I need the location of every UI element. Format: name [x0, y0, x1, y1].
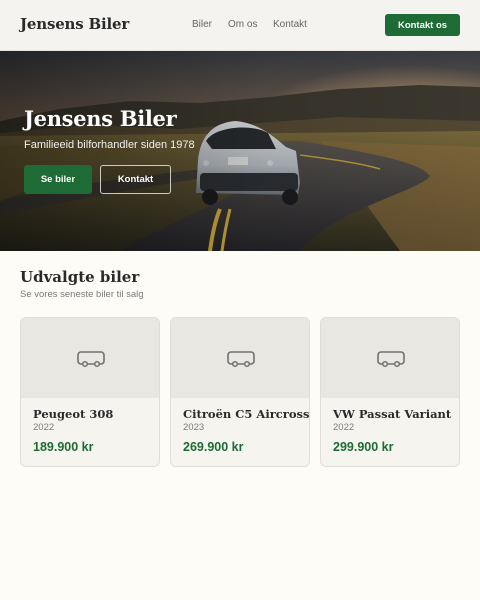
car-year: 2022 [33, 422, 55, 433]
car-icon [377, 351, 405, 368]
nav-link-om-os[interactable]: Om os [228, 19, 257, 30]
contact-us-button[interactable]: Kontakt os [385, 14, 460, 36]
featured-subtitle: Se vores seneste biler til salg [20, 289, 144, 300]
featured-title: Udvalgte biler [20, 268, 140, 286]
hero-banner: Jensens Biler Familieeid bilforhandler s… [0, 51, 480, 251]
car-image-placeholder [321, 318, 459, 398]
car-price: 299.900 kr [333, 440, 394, 454]
car-name: VW Passat Variant [333, 407, 452, 421]
car-icon [77, 351, 105, 368]
car-icon [227, 351, 255, 368]
car-image-placeholder [171, 318, 309, 398]
car-card-vw-passat-variant[interactable]: VW Passat Variant 2022 299.900 kr [320, 317, 460, 467]
nav-link-kontakt[interactable]: Kontakt [273, 19, 307, 30]
car-card-citroen-c5-aircross[interactable]: Citroën C5 Aircross 2023 269.900 kr [170, 317, 310, 467]
nav-link-biler[interactable]: Biler [192, 19, 212, 30]
site-logo[interactable]: Jensens Biler [20, 15, 129, 33]
hero-overlay [0, 51, 480, 251]
car-year: 2022 [333, 422, 355, 433]
car-year: 2023 [183, 422, 205, 433]
site-header: Jensens Biler Biler Om os Kontakt Kontak… [0, 0, 480, 51]
car-name: Citroën C5 Aircross [183, 407, 310, 421]
car-price: 189.900 kr [33, 440, 94, 454]
car-image-placeholder [21, 318, 159, 398]
car-name: Peugeot 308 [33, 407, 114, 421]
see-cars-button[interactable]: Se biler [24, 165, 92, 194]
hero-title: Jensens Biler [24, 106, 177, 131]
hero-subtitle: Familieeid bilforhandler siden 1978 [24, 139, 195, 151]
car-card-peugeot-308[interactable]: Peugeot 308 2022 189.900 kr [20, 317, 160, 467]
contact-button[interactable]: Kontakt [100, 165, 171, 194]
car-price: 269.900 kr [183, 440, 244, 454]
